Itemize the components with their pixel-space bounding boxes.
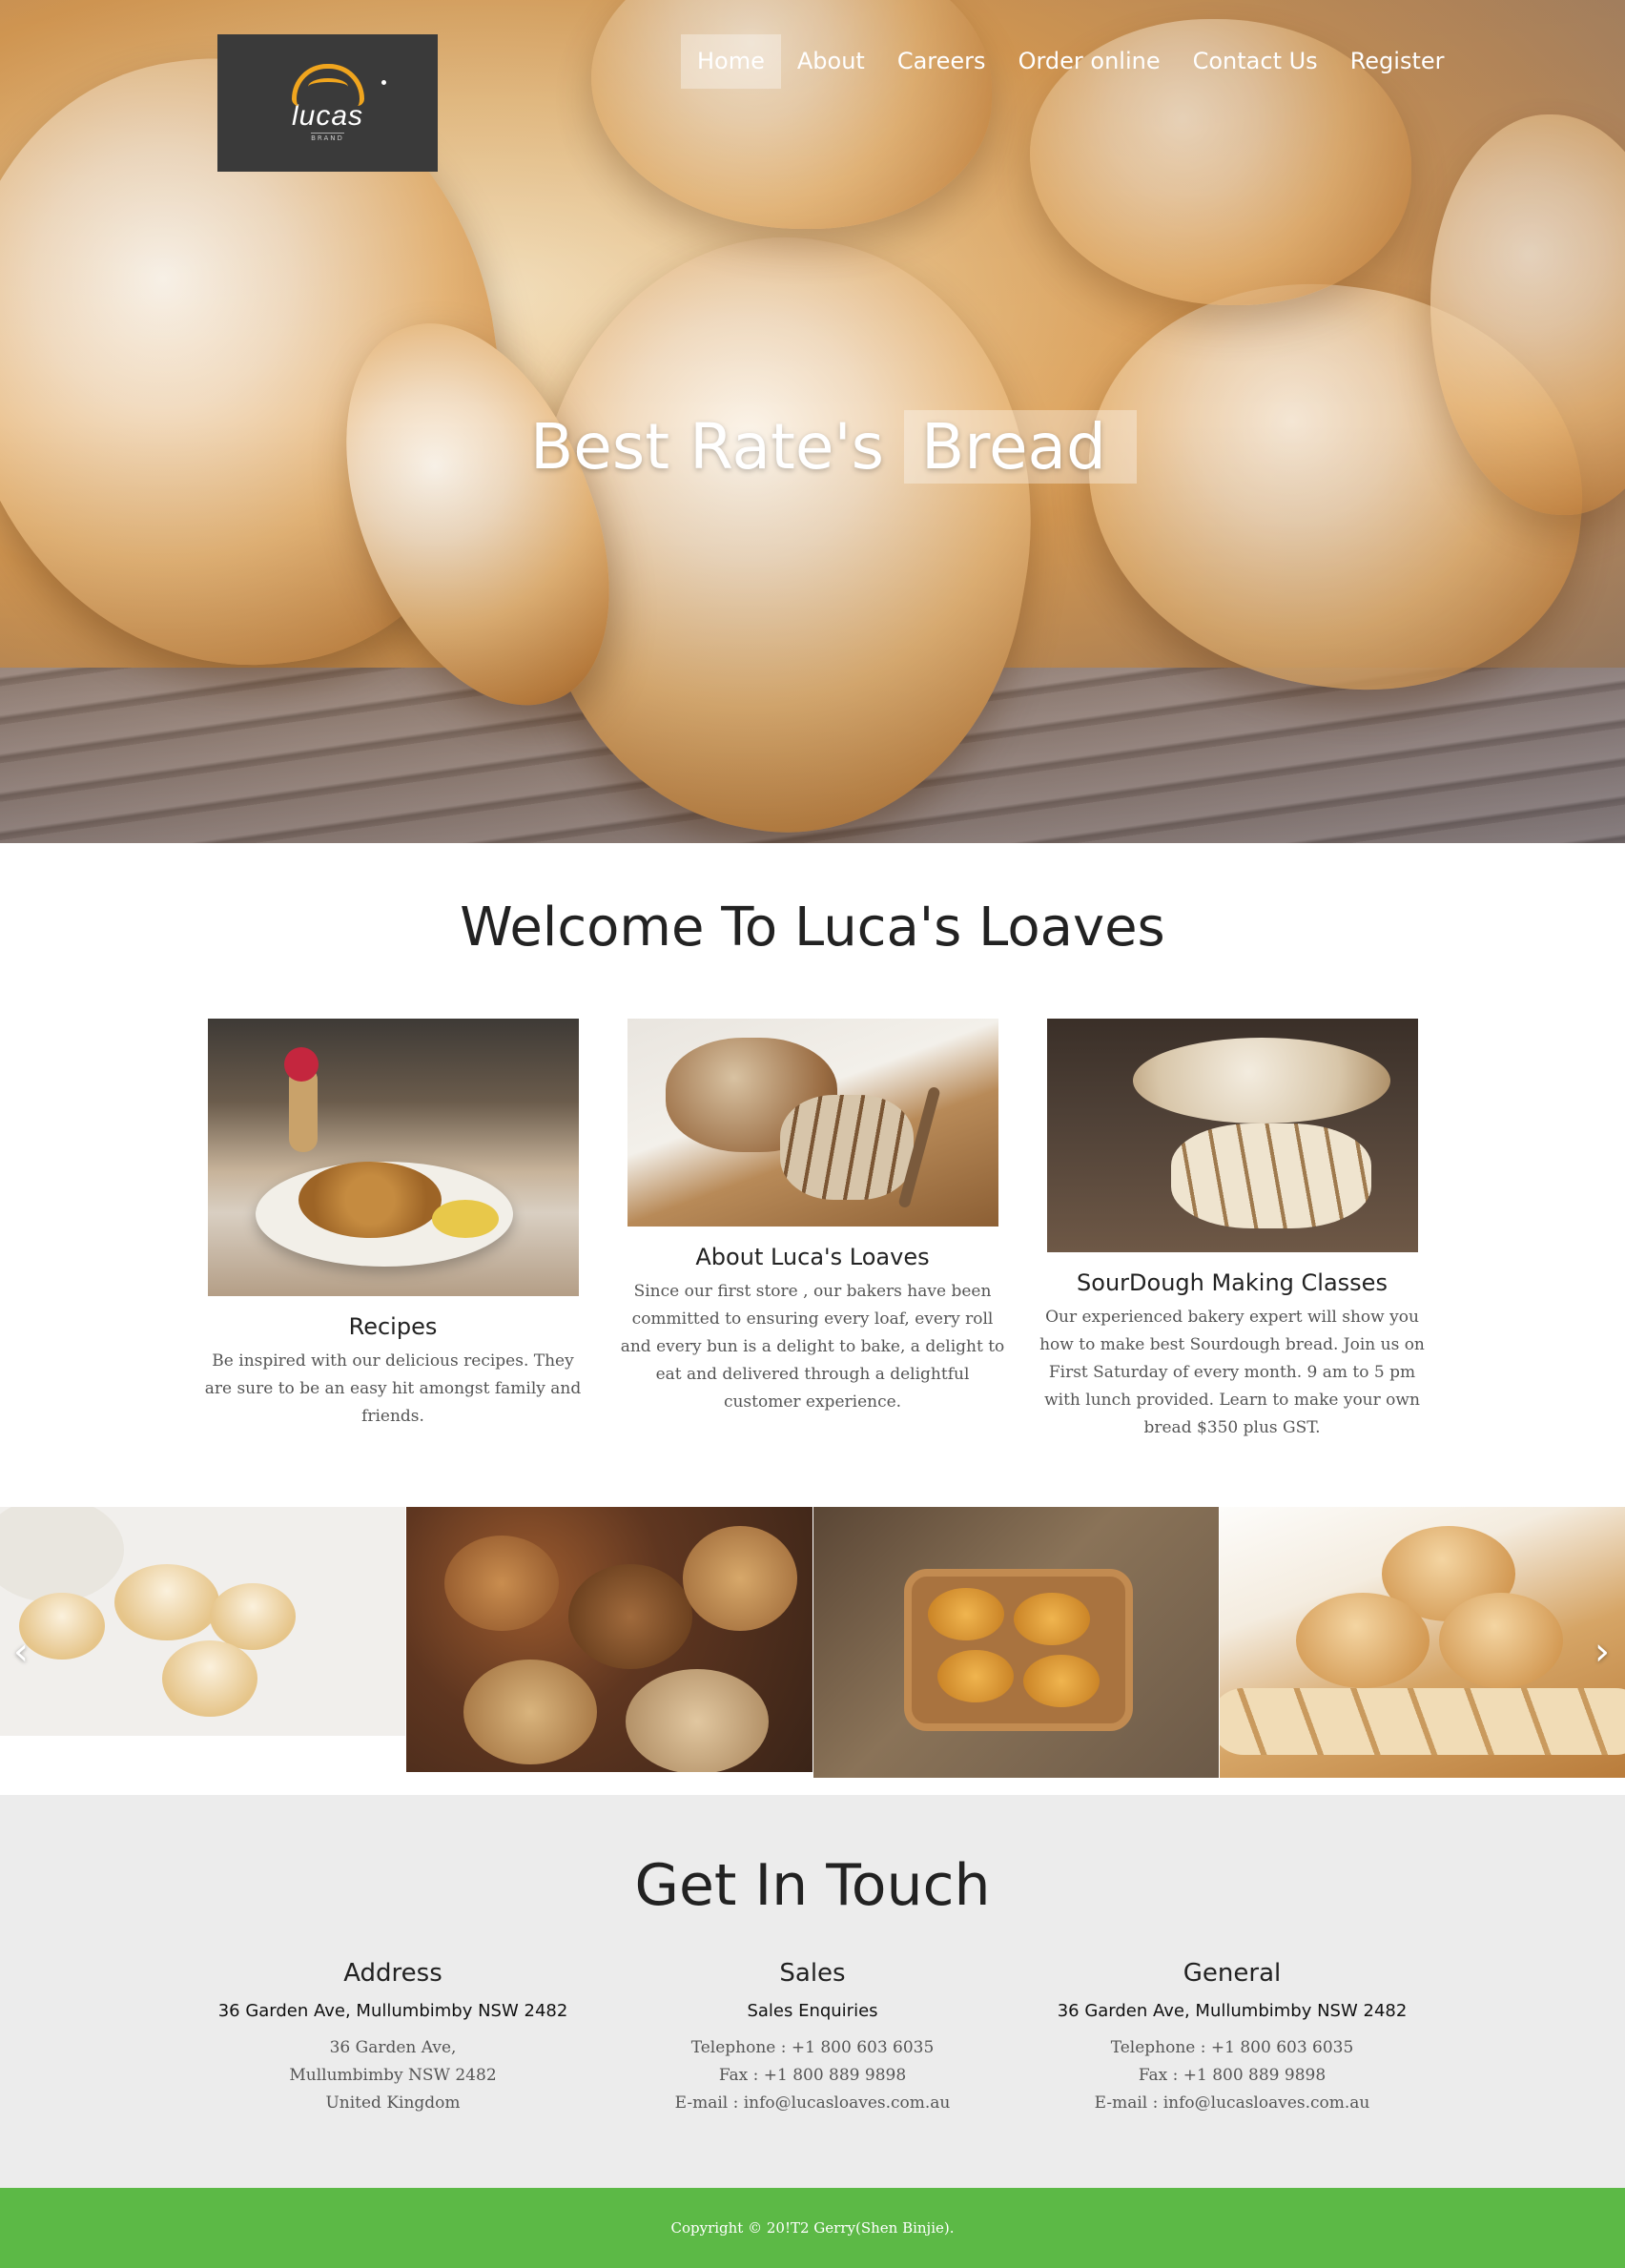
sales-heading: Sales	[779, 1959, 846, 1988]
general-fax: Fax : +1 800 889 9898	[1138, 2066, 1327, 2085]
contact-col-address: Address 36 Garden Ave, Mullumbimby NSW 2…	[183, 1959, 603, 2117]
sales-telephone: Telephone : +1 800 603 6035	[690, 2038, 935, 2057]
general-strong: 36 Garden Ave, Mullumbimby NSW 2482	[1057, 2001, 1408, 2021]
contact-title: Get In Touch	[634, 1852, 991, 1919]
sourdough-image[interactable]	[1046, 1019, 1418, 1252]
card-recipes-text: Be inspired with our delicious recipes. …	[204, 1351, 582, 1426]
gallery-image-buns[interactable]	[0, 1507, 405, 1736]
general-heading: General	[1183, 1959, 1282, 1988]
recipes-image[interactable]	[207, 1019, 579, 1296]
sales-email[interactable]: E-mail : info@lucasloaves.com.au	[603, 2090, 1022, 2117]
nav-about[interactable]: About	[781, 34, 881, 89]
contact-section: Get In Touch Address 36 Garden Ave, Mull…	[0, 1795, 1625, 2188]
address-strong: 36 Garden Ave, Mullumbimby NSW 2482	[217, 2001, 568, 2021]
about-image[interactable]	[627, 1019, 998, 1227]
card-sourdough-title: SourDough Making Classes	[1077, 1269, 1388, 1296]
gallery-image-croissants[interactable]	[813, 1507, 1219, 1778]
nav-register[interactable]: Register	[1334, 34, 1461, 89]
nav-contact-us[interactable]: Contact Us	[1177, 34, 1334, 89]
hero-title: Best Rate's Bread	[530, 410, 1137, 485]
nav-home[interactable]: Home	[681, 34, 781, 89]
contact-col-sales: Sales Sales Enquiries Telephone : +1 800…	[603, 1959, 1022, 2117]
contact-col-general: General 36 Garden Ave, Mullumbimby NSW 2…	[1022, 1959, 1442, 2117]
address-line: United Kingdom	[325, 2093, 461, 2113]
bread-slices-shape	[779, 1095, 914, 1200]
card-recipes-title: Recipes	[348, 1313, 438, 1340]
wooden-tray-shape	[904, 1569, 1133, 1731]
welcome-title: Welcome To Luca's Loaves	[460, 897, 1165, 959]
image-carousel[interactable]	[0, 1507, 1625, 1778]
nav-order-online[interactable]: Order online	[1002, 34, 1177, 89]
bagel-shape	[298, 1162, 442, 1238]
baguette-shape	[1220, 1688, 1625, 1755]
carousel-next-icon[interactable]: ›	[1594, 1633, 1610, 1671]
gallery-image-rolls[interactable]	[1220, 1507, 1625, 1778]
hero-title-part1: Best Rate's	[530, 410, 904, 484]
bread-logo-icon	[291, 64, 364, 106]
card-about: About Luca's Loaves Since our first stor…	[617, 1019, 1008, 1416]
address-line: Mullumbimby NSW 2482	[289, 2066, 497, 2085]
nav-careers[interactable]: Careers	[881, 34, 1002, 89]
sales-strong: Sales Enquiries	[747, 2001, 878, 2021]
address-line: 36 Garden Ave,	[329, 2038, 457, 2057]
card-sourdough-text: Our experienced bakery expert will show …	[1039, 1308, 1425, 1437]
card-recipes: Recipes Be inspired with our delicious r…	[197, 1019, 588, 1431]
gallery-image-assorted[interactable]	[406, 1507, 812, 1772]
site-logo[interactable]: lucas BRAND	[217, 34, 438, 172]
hero-title-highlight: Bread	[903, 410, 1137, 484]
flower-shape	[283, 1047, 319, 1082]
general-email[interactable]: E-mail : info@lucasloaves.com.au	[1022, 2090, 1442, 2117]
copyright-text: Copyright © 20!T2 Gerry(Shen Binjie).	[670, 2219, 955, 2237]
card-about-text: Since our first store , our bakers have …	[620, 1282, 1005, 1412]
footer: Copyright © 20!T2 Gerry(Shen Binjie).	[0, 2188, 1625, 2268]
sales-fax: Fax : +1 800 889 9898	[718, 2066, 907, 2085]
bread-slices-shape	[1170, 1124, 1371, 1228]
carousel-prev-icon[interactable]: ‹	[13, 1633, 29, 1671]
main-nav: Home About Careers Order online Contact …	[681, 34, 1461, 89]
card-about-title: About Luca's Loaves	[695, 1244, 930, 1270]
card-sourdough: SourDough Making Classes Our experienced…	[1037, 1019, 1428, 1442]
baguette-shape	[1132, 1038, 1390, 1124]
address-heading: Address	[343, 1959, 442, 1988]
logo-sub-text: BRAND	[311, 133, 344, 142]
general-telephone: Telephone : +1 800 603 6035	[1110, 2038, 1354, 2057]
